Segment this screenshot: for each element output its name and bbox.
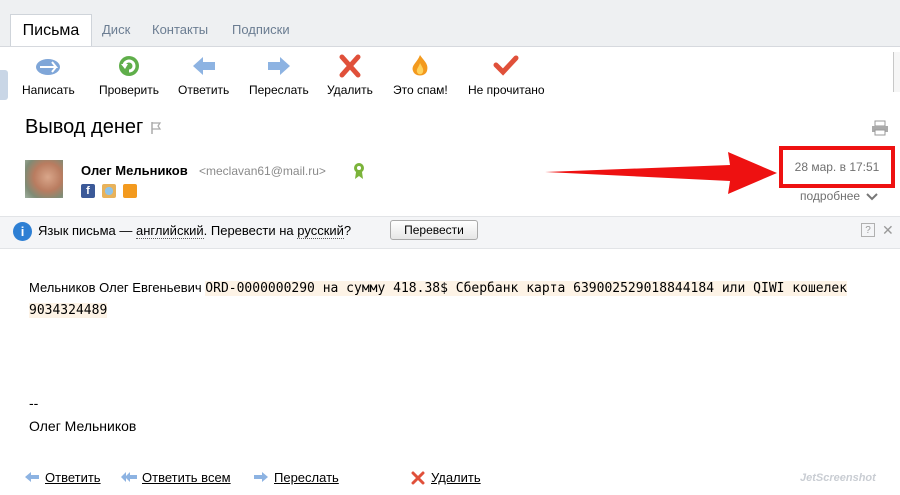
people-icon[interactable] xyxy=(102,184,116,198)
fire-icon xyxy=(412,55,428,76)
translate-button[interactable]: Перевести xyxy=(390,220,478,240)
message-subject: Вывод денег xyxy=(25,116,144,138)
reply-all-link[interactable]: Ответить всем xyxy=(142,470,231,485)
sender-avatar[interactable] xyxy=(25,160,63,198)
forward-button[interactable]: Переслать xyxy=(249,53,309,97)
spam-button[interactable]: Это спам! xyxy=(393,53,448,97)
unread-label: Не прочитано xyxy=(468,83,545,97)
reply-label: Ответить xyxy=(178,83,230,97)
annotation-arrow xyxy=(545,152,777,194)
chevron-down-icon xyxy=(866,193,879,201)
watermark: JetScreenshot xyxy=(800,472,876,484)
checkmark-icon xyxy=(493,55,519,76)
tab-disk[interactable]: Диск xyxy=(102,22,130,37)
delete-icon xyxy=(411,471,425,485)
details-toggle[interactable]: подробнее xyxy=(800,189,879,203)
details-label: подробнее xyxy=(800,189,861,203)
source-language-select[interactable]: английский xyxy=(135,223,204,239)
odnoklassniki-icon[interactable] xyxy=(123,184,137,198)
print-icon[interactable] xyxy=(871,120,889,136)
message-body-line2: 9034324489 xyxy=(29,303,108,318)
sender-name[interactable]: Олег Мельников xyxy=(81,163,188,178)
check-label: Проверить xyxy=(99,83,160,97)
lang-middle: . Перевести на xyxy=(203,223,298,238)
reply-link[interactable]: Ответить xyxy=(45,470,101,485)
close-icon[interactable]: ✕ xyxy=(882,222,894,239)
delete-button[interactable]: Удалить xyxy=(327,53,373,97)
date-text: 28 мар. в 17:51 xyxy=(794,160,880,174)
tab-contacts[interactable]: Контакты xyxy=(152,22,208,37)
delete-x-icon xyxy=(339,54,361,78)
check-mail-button[interactable]: Проверить xyxy=(99,53,159,97)
signature-separator: -- xyxy=(29,395,39,411)
delete-label: Удалить xyxy=(327,83,373,97)
info-icon: i xyxy=(13,222,32,241)
reply-icon xyxy=(25,472,39,482)
tab-bar: Письма Диск Контакты Подписки xyxy=(0,0,900,47)
sender-email[interactable]: <meclavan61@mail.ru> xyxy=(199,164,326,178)
help-icon[interactable]: ? xyxy=(861,223,875,237)
forward-label: Переслать xyxy=(249,83,309,97)
target-language-select[interactable]: русский xyxy=(297,223,344,239)
reply-button[interactable]: Ответить xyxy=(178,53,229,97)
compose-button[interactable]: Написать xyxy=(22,53,75,97)
award-icon xyxy=(354,163,364,179)
translation-message: Язык письма — английский. Перевести на р… xyxy=(38,223,352,239)
flag-icon[interactable] xyxy=(150,121,162,135)
spam-label: Это спам! xyxy=(393,83,448,97)
compose-label: Написать xyxy=(22,83,75,97)
signature-name: Олег Мельников xyxy=(29,418,137,434)
facebook-icon[interactable]: f xyxy=(81,184,95,198)
delete-link[interactable]: Удалить xyxy=(431,470,481,485)
arrow-left-icon xyxy=(192,57,215,75)
message-body-line1: Мельников Олег Евгеньевич ORD-0000000290… xyxy=(29,280,848,296)
refresh-icon xyxy=(119,56,139,76)
reply-all-icon xyxy=(121,472,137,482)
compose-icon xyxy=(36,59,61,75)
toolbar: Написать Проверить Ответить Переслать Уд… xyxy=(0,47,900,102)
lang-prefix: Язык письма — xyxy=(38,223,136,238)
arrow-right-icon xyxy=(267,57,290,75)
body-prefix: Мельников Олег Евгеньевич xyxy=(29,280,206,295)
mark-unread-button[interactable]: Не прочитано xyxy=(468,53,545,97)
lang-suffix: ? xyxy=(343,223,352,238)
forward-link[interactable]: Переслать xyxy=(274,470,339,485)
body-highlight: ORD-0000000290 на сумму 418.38$ Сбербанк… xyxy=(205,281,848,296)
tab-mail[interactable]: Письма xyxy=(10,14,92,46)
forward-icon xyxy=(254,472,268,482)
tab-subscriptions[interactable]: Подписки xyxy=(232,22,290,37)
message-date: 28 мар. в 17:51 xyxy=(779,146,895,188)
